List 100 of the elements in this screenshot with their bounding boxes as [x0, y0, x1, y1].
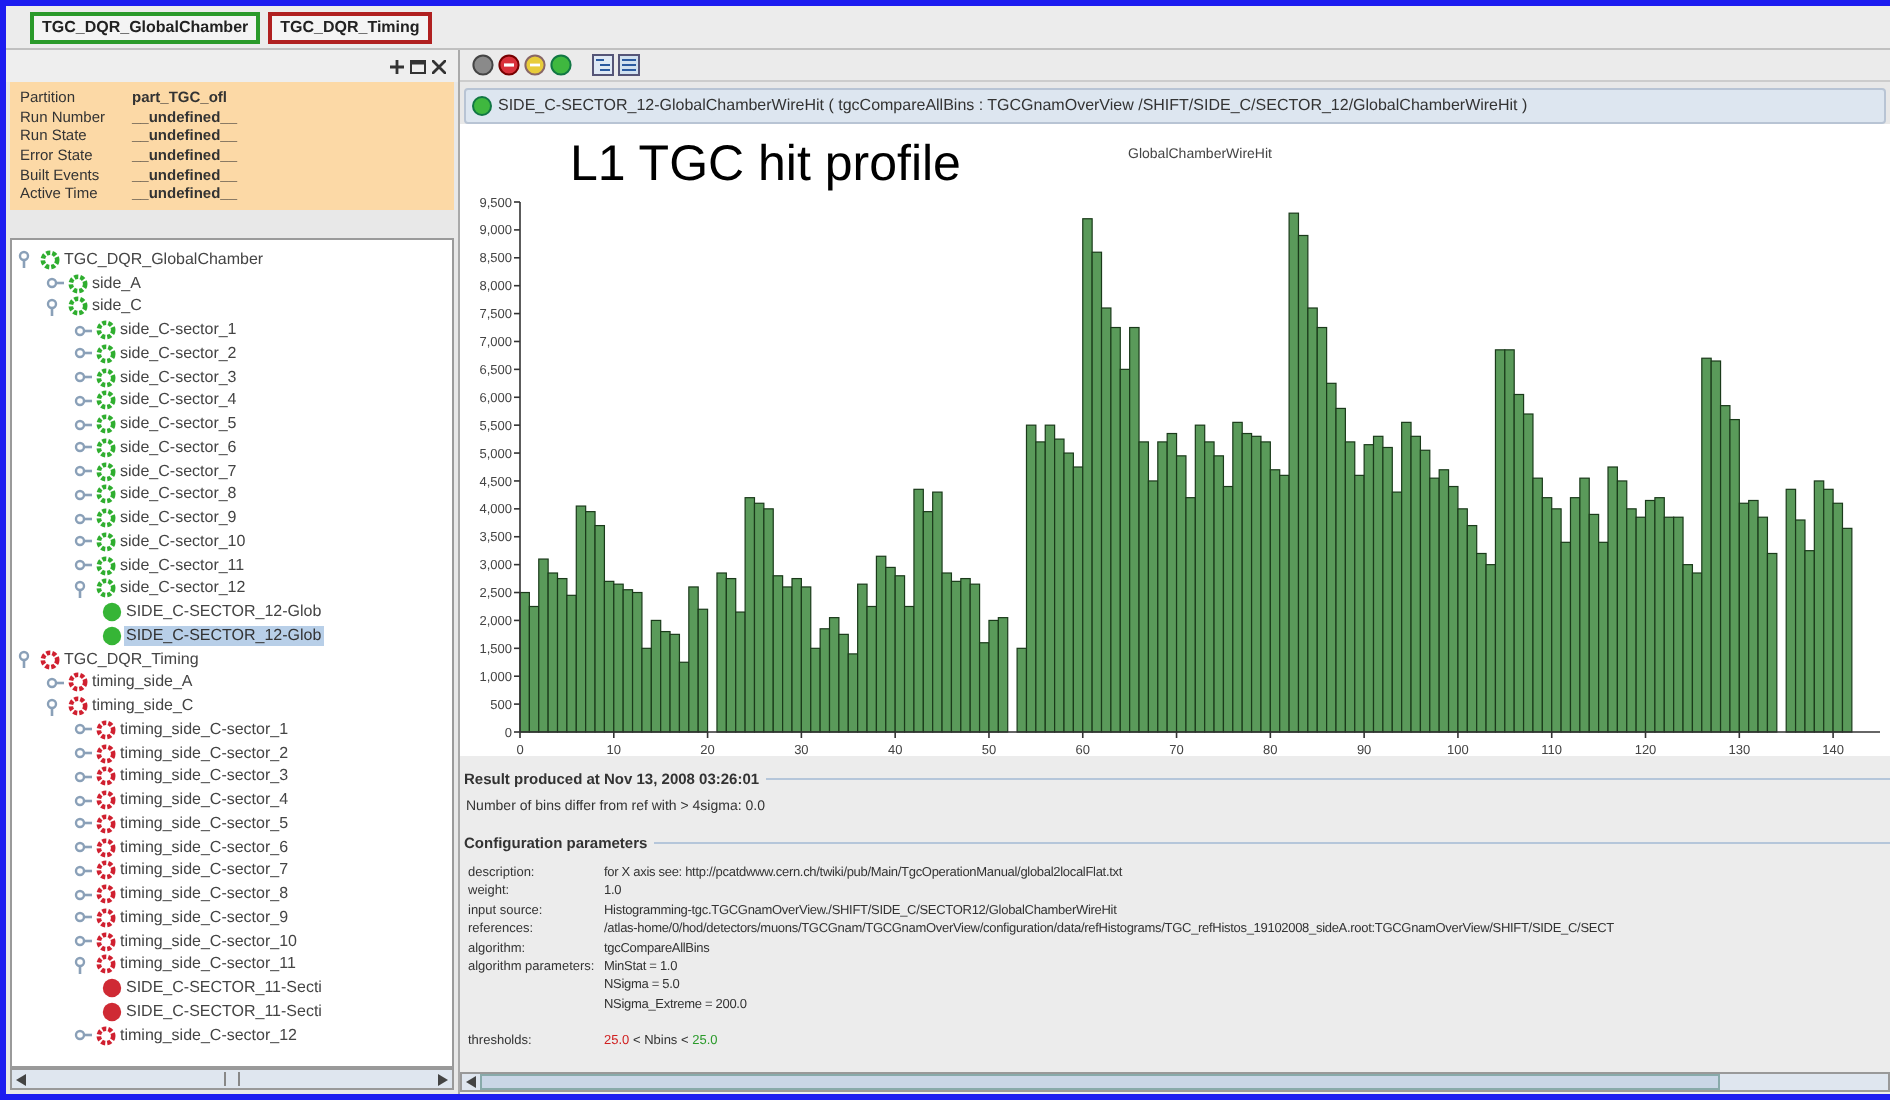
flower-icon — [96, 766, 116, 787]
tree-item[interactable]: side_C-sector_1 — [118, 320, 239, 341]
list-view-icon[interactable] — [618, 54, 640, 76]
histogram-header: SIDE_C-SECTOR_12-GlobalChamberWireHit ( tgcCompareAllBins : TGCGnamOverView /SHIFT/SIDE_C/SECTOR_12/GlobalChamberWireHit ) — [498, 94, 1528, 118]
flower-icon — [96, 907, 116, 928]
collapsed-toggle-icon[interactable] — [74, 744, 94, 763]
collapsed-toggle-icon[interactable] — [46, 274, 66, 293]
tree-item[interactable]: side_C-sector_2 — [118, 343, 239, 364]
tree-item[interactable]: side_C-sector_5 — [118, 414, 239, 435]
tab[interactable]: TGC_DQR_Timing — [268, 11, 432, 43]
flower-icon — [96, 743, 116, 764]
close-icon[interactable] — [432, 59, 446, 73]
add-icon[interactable] — [390, 59, 404, 73]
horizontal-scrollbar[interactable] — [10, 1068, 454, 1090]
tree-item[interactable]: timing_side_C-sector_11 — [118, 954, 298, 975]
tree-item[interactable]: timing_side_C-sector_10 — [118, 931, 299, 952]
horizontal-scrollbar[interactable] — [460, 1072, 1890, 1092]
collapsed-toggle-icon[interactable] — [74, 556, 94, 575]
collapsed-toggle-icon[interactable] — [74, 767, 94, 786]
tree-item[interactable]: timing_side_C-sector_9 — [118, 907, 291, 928]
collapsed-toggle-icon[interactable] — [46, 673, 66, 692]
tree-item[interactable]: timing_side_C-sector_12 — [118, 1025, 299, 1046]
flower-icon — [96, 860, 116, 881]
flower-icon — [96, 719, 116, 740]
flower-icon — [96, 813, 116, 834]
flower-icon — [40, 649, 60, 670]
flower-icon — [96, 790, 116, 811]
tree-item[interactable]: SIDE_C-SECTOR_12-Glob — [124, 625, 324, 646]
tree-item[interactable]: TGC_DQR_Timing — [62, 649, 201, 670]
tree-item[interactable]: timing_side_C-sector_8 — [118, 884, 291, 905]
error-status-icon[interactable] — [498, 54, 520, 76]
scroll-left-icon[interactable] — [466, 1076, 476, 1088]
flower-icon — [96, 931, 116, 952]
tree-item[interactable]: timing_side_C-sector_7 — [118, 860, 291, 881]
collapsed-toggle-icon[interactable] — [74, 415, 94, 434]
scroll-right-icon[interactable] — [438, 1073, 448, 1085]
unknown-status-icon[interactable] — [472, 54, 494, 76]
tree-item[interactable]: SIDE_C-SECTOR_11-Secti — [124, 1001, 324, 1022]
flower-icon — [96, 1025, 116, 1046]
collapsed-toggle-icon[interactable] — [74, 462, 94, 481]
flower-icon — [40, 249, 60, 270]
scroll-left-icon[interactable] — [16, 1073, 26, 1085]
tree-item[interactable]: side_C — [90, 296, 144, 317]
tree-item[interactable]: TGC_DQR_GlobalChamber — [62, 249, 266, 270]
collapsed-toggle-icon[interactable] — [74, 438, 94, 457]
collapsed-toggle-icon[interactable] — [74, 391, 94, 410]
flower-icon — [96, 578, 116, 599]
collapsed-toggle-icon[interactable] — [74, 861, 94, 880]
tree-item[interactable]: timing_side_C-sector_6 — [118, 837, 291, 858]
flower-icon — [96, 461, 116, 482]
tree-item[interactable]: side_C-sector_9 — [118, 508, 239, 529]
tree-item[interactable]: side_C-sector_3 — [118, 367, 239, 388]
tree-item[interactable]: timing_side_C-sector_5 — [118, 813, 291, 834]
collapsed-toggle-icon[interactable] — [74, 1026, 94, 1045]
flower-icon — [96, 508, 116, 529]
flower-icon — [68, 296, 88, 317]
collapsed-toggle-icon[interactable] — [74, 509, 94, 528]
flower-icon — [96, 531, 116, 552]
tree-view-icon[interactable] — [592, 54, 614, 76]
tree-item[interactable]: side_A — [90, 273, 143, 294]
tree-item[interactable]: SIDE_C-SECTOR_12-Glob — [124, 602, 324, 623]
tree-item[interactable]: timing_side_C — [90, 696, 196, 717]
flower-icon — [96, 367, 116, 388]
collapsed-toggle-icon[interactable] — [74, 908, 94, 927]
tree-item[interactable]: timing_side_C-sector_3 — [118, 766, 291, 787]
flower-icon — [68, 672, 88, 693]
tree-item[interactable]: side_C-sector_4 — [118, 390, 239, 411]
tree-item[interactable]: side_C-sector_7 — [118, 461, 239, 482]
tab[interactable]: TGC_DQR_GlobalChamber — [30, 11, 261, 43]
collapsed-toggle-icon[interactable] — [74, 321, 94, 340]
collapsed-toggle-icon[interactable] — [74, 532, 94, 551]
warning-status-icon[interactable] — [524, 54, 546, 76]
tree-item[interactable]: timing_side_C-sector_2 — [118, 743, 291, 764]
tree-item[interactable]: side_C-sector_12 — [118, 578, 248, 599]
flower-icon — [96, 555, 116, 576]
maximize-icon[interactable] — [410, 59, 426, 73]
tree-item[interactable]: side_C-sector_10 — [118, 531, 248, 552]
tree-item[interactable]: side_C-sector_11 — [118, 555, 247, 576]
tree-item[interactable]: side_C-sector_8 — [118, 484, 239, 505]
ok-status-icon — [472, 96, 492, 116]
flower-icon — [96, 484, 116, 505]
flower-icon — [96, 390, 116, 411]
collapsed-toggle-icon[interactable] — [74, 344, 94, 363]
collapsed-toggle-icon[interactable] — [74, 932, 94, 951]
collapsed-toggle-icon[interactable] — [74, 368, 94, 387]
collapsed-toggle-icon[interactable] — [74, 485, 94, 504]
collapsed-toggle-icon[interactable] — [74, 720, 94, 739]
flower-icon — [96, 320, 116, 341]
tree-item[interactable]: side_C-sector_6 — [118, 437, 239, 458]
collapsed-toggle-icon[interactable] — [74, 791, 94, 810]
tree-item[interactable]: timing_side_A — [90, 672, 195, 693]
tree-item[interactable]: timing_side_C-sector_4 — [118, 790, 291, 811]
collapsed-toggle-icon[interactable] — [74, 885, 94, 904]
flower-icon — [96, 414, 116, 435]
collapsed-toggle-icon[interactable] — [74, 814, 94, 833]
tree-item[interactable]: timing_side_C-sector_1 — [118, 719, 291, 740]
flower-icon — [96, 437, 116, 458]
tree-item[interactable]: SIDE_C-SECTOR_11-Secti — [124, 978, 324, 999]
collapsed-toggle-icon[interactable] — [74, 838, 94, 857]
ok-status-icon[interactable] — [550, 54, 572, 76]
